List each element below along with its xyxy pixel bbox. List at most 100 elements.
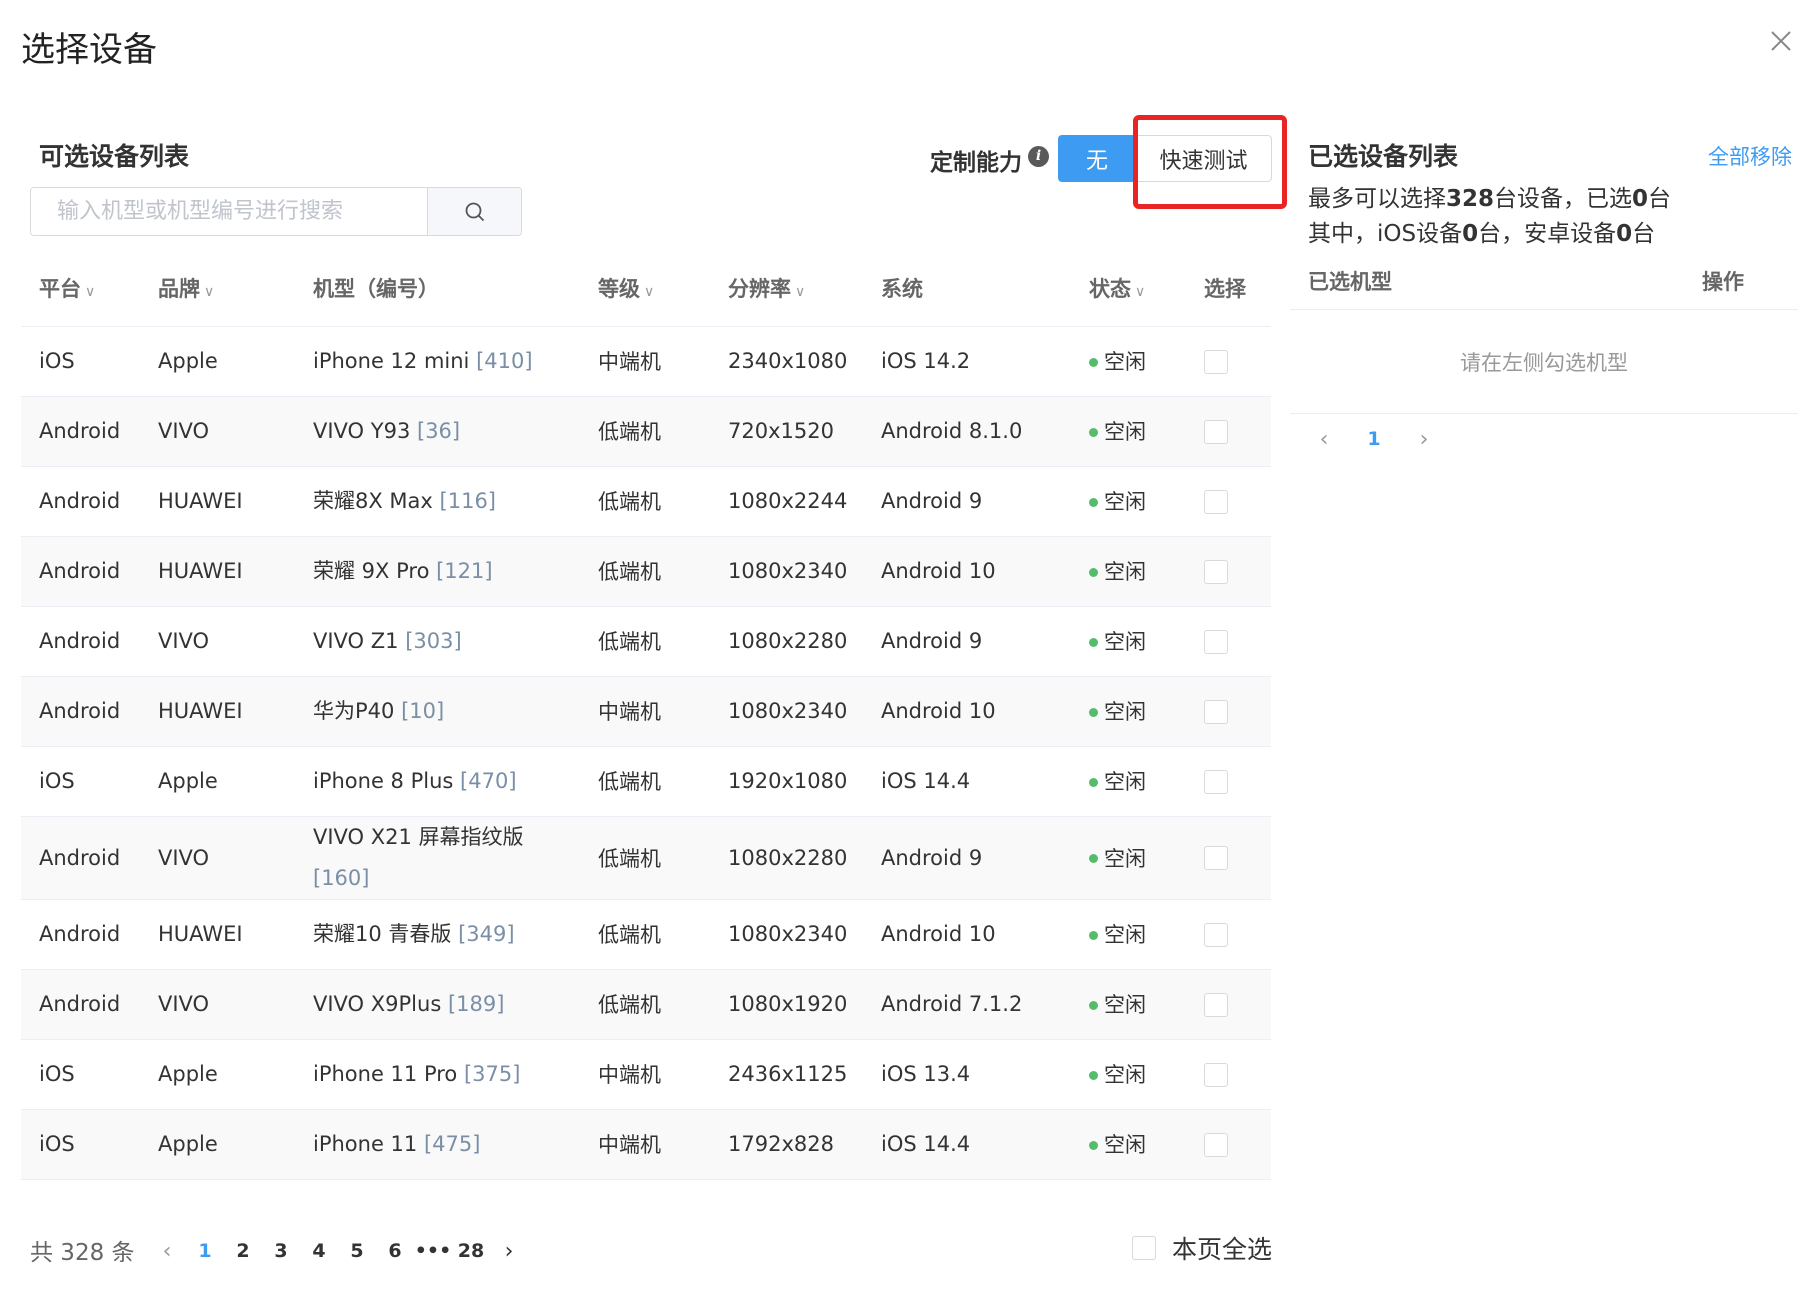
column-header-system: 系统 [863, 250, 1071, 327]
status-cell: 空闲 [1071, 326, 1186, 397]
level-cell: 低端机 [580, 816, 710, 900]
row-checkbox[interactable] [1204, 489, 1228, 514]
info-icon[interactable]: i [1028, 146, 1049, 167]
remove-all-link[interactable]: 全部移除 [1708, 141, 1792, 171]
model-name: VIVO X21 屏幕指纹版 [313, 824, 524, 849]
total-count: 共 328 条 [30, 1240, 135, 1266]
select-cell [1186, 676, 1271, 747]
search-button[interactable] [427, 188, 521, 235]
brand-cell: HUAWEI [140, 676, 295, 747]
page-28-button[interactable]: 28 [452, 1240, 490, 1262]
selected-prev-page-icon[interactable]: ‹ [1305, 427, 1343, 452]
model-name: 荣耀 9X Pro [313, 558, 430, 583]
row-checkbox[interactable] [1204, 349, 1228, 374]
status-text: 空闲 [1104, 420, 1146, 444]
model-name: 荣耀8X Max [313, 488, 433, 513]
selected-page-1-button[interactable]: 1 [1355, 428, 1393, 450]
select-cell [1186, 326, 1271, 397]
option-none-button[interactable]: 无 [1058, 135, 1136, 182]
resolution-cell: 1080x2340 [710, 899, 863, 970]
status-text: 空闲 [1104, 560, 1146, 584]
status-dot-icon [1089, 1000, 1098, 1010]
row-checkbox[interactable] [1204, 1062, 1228, 1087]
model-code: [10] [401, 698, 445, 723]
more-pages-button[interactable]: ••• [414, 1240, 452, 1262]
select-cell [1186, 1039, 1271, 1110]
level-cell: 低端机 [580, 396, 710, 467]
row-checkbox[interactable] [1204, 769, 1228, 794]
status-text: 空闲 [1104, 993, 1146, 1017]
level-cell: 中端机 [580, 326, 710, 397]
model-name: 荣耀10 青春版 [313, 921, 452, 946]
page-2-button[interactable]: 2 [224, 1240, 262, 1262]
option-quick-test-button[interactable]: 快速测试 [1136, 135, 1272, 182]
select-cell [1186, 606, 1271, 677]
page-6-button[interactable]: 6 [376, 1240, 414, 1262]
select-cell [1186, 969, 1271, 1040]
selected-next-page-icon[interactable]: › [1405, 427, 1443, 452]
row-checkbox[interactable] [1204, 419, 1228, 444]
search-input[interactable] [31, 188, 427, 235]
level-cell: 低端机 [580, 536, 710, 607]
page-1-button[interactable]: 1 [186, 1240, 224, 1262]
prev-page-icon[interactable]: ‹ [148, 1239, 186, 1264]
column-header-status[interactable]: 状态 ∨ [1071, 250, 1186, 327]
brand-cell: VIVO [140, 816, 295, 900]
status-dot-icon [1089, 777, 1098, 787]
status-dot-icon [1089, 854, 1098, 863]
custom-capability-label: 定制能力 [930, 150, 1022, 176]
model-cell: iPhone 11 [475] [295, 1109, 580, 1180]
brand-cell: Apple [140, 1039, 295, 1110]
close-icon[interactable] [1768, 28, 1794, 54]
resolution-cell: 2436x1125 [710, 1039, 863, 1110]
model-code: [189] [447, 991, 505, 1016]
column-header-level[interactable]: 等级 ∨ [580, 250, 710, 327]
system-cell: Android 7.1.2 [863, 969, 1071, 1040]
column-header-resolution[interactable]: 分辨率 ∨ [710, 250, 863, 327]
row-checkbox[interactable] [1204, 629, 1228, 654]
page-5-button[interactable]: 5 [338, 1240, 376, 1262]
system-cell: iOS 14.2 [863, 326, 1071, 397]
model-cell: iPhone 8 Plus [470] [295, 746, 580, 817]
model-cell: iPhone 12 mini [410] [295, 326, 580, 397]
system-cell: Android 9 [863, 466, 1071, 537]
next-page-icon[interactable]: › [490, 1239, 528, 1264]
platform-cell: iOS [21, 326, 140, 397]
platform-cell: Android [21, 816, 140, 900]
resolution-cell: 1792x828 [710, 1109, 863, 1180]
row-checkbox[interactable] [1204, 699, 1228, 724]
column-header-brand[interactable]: 品牌 ∨ [140, 250, 295, 327]
row-checkbox[interactable] [1204, 1132, 1228, 1157]
status-dot-icon [1089, 1070, 1098, 1080]
select-cell [1186, 536, 1271, 607]
platform-cell: iOS [21, 1109, 140, 1180]
brand-cell: HUAWEI [140, 899, 295, 970]
row-checkbox[interactable] [1204, 992, 1228, 1017]
model-code: [303] [405, 628, 462, 653]
status-dot-icon [1089, 707, 1098, 717]
brand-cell: HUAWEI [140, 536, 295, 607]
row-checkbox[interactable] [1204, 846, 1228, 870]
resolution-cell: 1080x1920 [710, 969, 863, 1040]
column-header-platform[interactable]: 平台 ∨ [21, 250, 140, 327]
row-checkbox[interactable] [1204, 922, 1228, 947]
select-all-checkbox[interactable] [1132, 1236, 1156, 1260]
device-search [30, 187, 522, 236]
page-3-button[interactable]: 3 [262, 1240, 300, 1262]
custom-capability-toggle: 无 快速测试 [1058, 135, 1272, 182]
model-name: VIVO Z1 [313, 628, 399, 653]
status-text: 空闲 [1104, 350, 1146, 374]
row-checkbox[interactable] [1204, 559, 1228, 584]
table-row: Android VIVO VIVO X21 屏幕指纹版 [160] 低端机 1080x2… [21, 816, 1271, 900]
system-cell: iOS 14.4 [863, 746, 1071, 817]
status-cell: 空闲 [1071, 396, 1186, 467]
selected-devices-title: 已选设备列表 [1308, 142, 1459, 171]
select-all-page[interactable]: 本页全选 [1132, 1230, 1272, 1266]
device-table: 平台 ∨ 品牌 ∨ 机型（编号） 等级 ∨ 分辨率 ∨ 系统 状态 ∨ 选择 iOS App… [21, 250, 1271, 1180]
system-cell: iOS 13.4 [863, 1039, 1071, 1110]
status-cell: 空闲 [1071, 746, 1186, 817]
brand-cell: VIVO [140, 396, 295, 467]
level-cell: 中端机 [580, 1109, 710, 1180]
platform-cell: iOS [21, 1039, 140, 1110]
page-4-button[interactable]: 4 [300, 1240, 338, 1262]
